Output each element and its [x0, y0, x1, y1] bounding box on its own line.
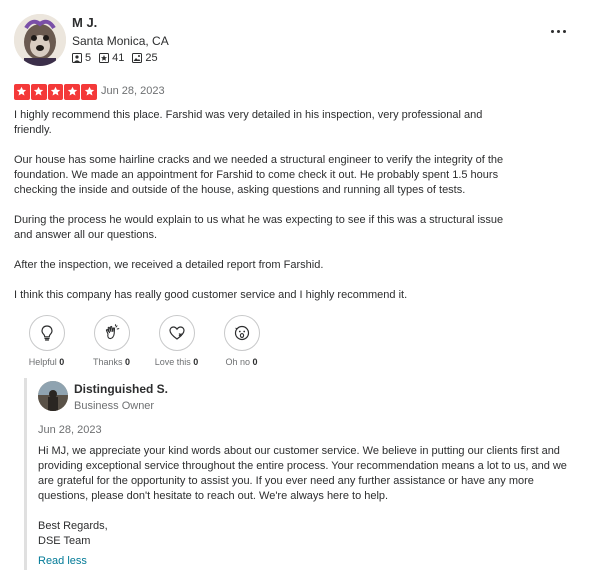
- helpful-label: Helpful 0: [28, 357, 65, 367]
- love-this-count: 0: [193, 357, 199, 367]
- review-paragraph: After the inspection, we received a deta…: [14, 259, 324, 271]
- friends-count: 5: [85, 52, 92, 64]
- owner-name[interactable]: Distinguished S.: [74, 382, 168, 396]
- thanks-button[interactable]: [93, 315, 130, 351]
- reaction-oh-no: Oh no 0: [209, 315, 274, 367]
- reaction-thanks: Thanks 0: [79, 315, 144, 367]
- read-less-link[interactable]: Read less: [38, 555, 87, 567]
- shocked-face-icon: [234, 325, 249, 341]
- love-this-button[interactable]: [158, 315, 195, 351]
- owner-avatar[interactable]: [38, 381, 68, 411]
- helpful-count: 0: [59, 357, 65, 367]
- dot-icon: [562, 29, 566, 33]
- love-this-label: Love this 0: [154, 357, 199, 367]
- reaction-love-this: Love this 0: [144, 315, 209, 367]
- reviews-icon: [99, 53, 110, 63]
- reply-signature: Best Regards, DSE Team: [38, 520, 108, 547]
- reply-date: Jun 28, 2023: [38, 424, 102, 436]
- reviews-stat: 41: [99, 52, 124, 64]
- review-paragraph: During the process he would explain to u…: [14, 214, 504, 241]
- star-icon: [81, 84, 97, 100]
- oh-no-count: 0: [252, 357, 258, 367]
- owner-role: Business Owner: [74, 400, 155, 412]
- review-paragraph: I think this company has really good cus…: [14, 289, 408, 301]
- friends-stat: 5: [72, 52, 91, 64]
- reply-paragraph: Hi MJ, we appreciate your kind words abo…: [38, 445, 567, 502]
- photos-stat: 25: [132, 52, 158, 64]
- dot-icon: [550, 29, 554, 33]
- star-rating: [14, 84, 97, 100]
- oh-no-label: Oh no 0: [225, 357, 258, 367]
- friends-icon: [72, 53, 82, 63]
- star-icon: [64, 84, 81, 100]
- review-text: I highly recommend this place. Farshid w…: [14, 108, 514, 318]
- reviewer-avatar[interactable]: [14, 14, 66, 66]
- helpful-button[interactable]: [28, 315, 65, 351]
- reviewer-name[interactable]: M J.: [72, 15, 97, 30]
- oh-no-button[interactable]: [223, 315, 260, 351]
- lightbulb-icon: [40, 325, 53, 341]
- reaction-helpful: Helpful 0: [14, 315, 79, 367]
- dot-icon: [556, 29, 560, 33]
- star-icon: [47, 84, 64, 100]
- review-date: Jun 28, 2023: [101, 85, 165, 97]
- photos-icon: [132, 53, 143, 63]
- reply-text: Hi MJ, we appreciate your kind words abo…: [38, 444, 573, 564]
- review-paragraph: I highly recommend this place. Farshid w…: [14, 109, 483, 136]
- reviewer-stats: 5 41 25: [72, 52, 158, 64]
- reviews-count: 41: [112, 52, 125, 64]
- more-options-button[interactable]: [547, 24, 569, 38]
- star-icon: [14, 84, 30, 100]
- reaction-bar: Helpful 0 Thanks 0 Love this 0 Oh no 0: [14, 315, 274, 367]
- photos-count: 25: [145, 52, 158, 64]
- reviewer-location: Santa Monica, CA: [72, 34, 169, 48]
- star-icon: [30, 84, 47, 100]
- heart-icon: [168, 326, 185, 340]
- review-paragraph: Our house has some hairline cracks and w…: [14, 154, 504, 196]
- thanks-label: Thanks 0: [92, 357, 131, 367]
- clapping-hands-icon: [105, 324, 119, 340]
- thanks-count: 0: [125, 357, 131, 367]
- owner-reply: Distinguished S. Business Owner Jun 28, …: [24, 378, 594, 570]
